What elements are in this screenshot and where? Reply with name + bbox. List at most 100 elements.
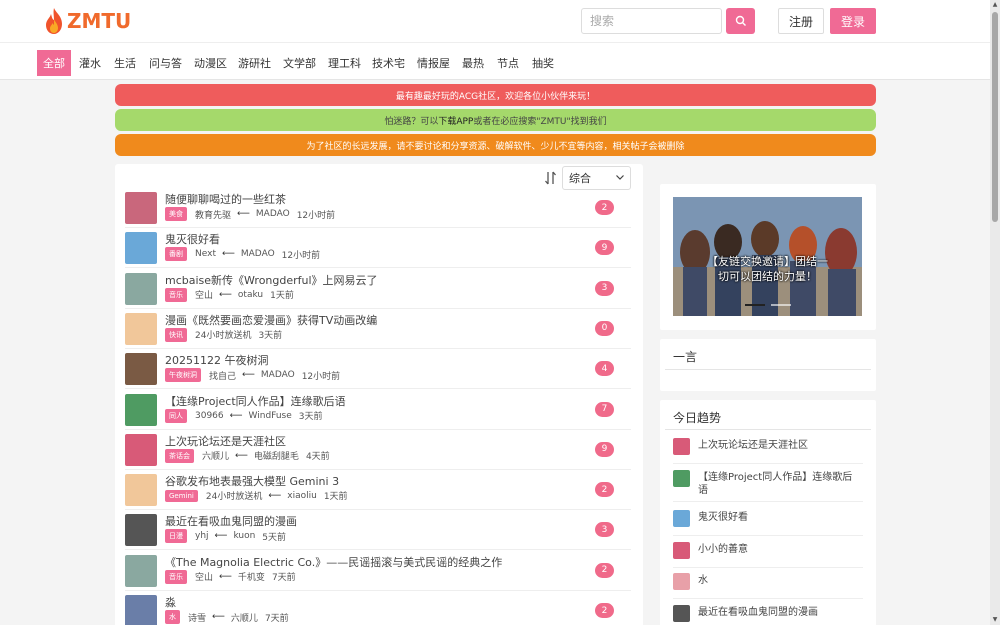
post-author[interactable]: 30966 — [195, 411, 224, 421]
login-button[interactable]: 登录 — [830, 8, 876, 34]
author-avatar[interactable] — [125, 353, 157, 386]
post-tag[interactable]: 音乐 — [165, 569, 187, 584]
post-tag[interactable]: 音乐 — [165, 287, 187, 302]
post-title[interactable]: 20251122 午夜树洞 — [165, 352, 269, 368]
post-row[interactable]: 《The Magnolia Electric Co.》——民谣摇滚与美式民谣的经… — [125, 551, 631, 591]
post-row[interactable]: 【连缘Project同人作品】连缘歌后语 同人 30966 ⟵ WindFuse 3天前 7 — [125, 390, 631, 430]
trend-title[interactable]: 最近在看吸血鬼同盟的漫画 — [698, 606, 858, 619]
last-replier[interactable]: kuon — [233, 531, 255, 541]
post-author[interactable]: 空山 — [195, 288, 213, 301]
last-replier[interactable]: MADAO — [241, 249, 275, 259]
nav-item-science[interactable]: 理工科 — [322, 50, 367, 76]
post-author[interactable]: yhj — [195, 531, 209, 541]
last-replier[interactable]: 电磁刮腿毛 — [254, 449, 299, 462]
site-logo[interactable]: ZMTU — [42, 6, 131, 36]
trend-title[interactable]: 【连缘Project同人作品】连缘歌后语 — [698, 471, 858, 497]
nav-item-tech[interactable]: 技术宅 — [366, 50, 411, 76]
post-author[interactable]: 诗雪 — [188, 611, 206, 624]
post-title[interactable]: 【连缘Project同人作品】连缘歌后语 — [165, 393, 346, 409]
post-author[interactable]: 教育先驱 — [195, 208, 231, 221]
post-title[interactable]: 漫画《既然要画恋爱漫画》获得TV动画改编 — [165, 312, 377, 328]
post-title[interactable]: 最近在看吸血鬼同盟的漫画 — [165, 513, 297, 529]
author-avatar[interactable] — [125, 192, 157, 224]
scroll-thumb[interactable] — [992, 12, 998, 222]
scroll-down-arrow-icon[interactable]: ▼ — [990, 615, 1000, 625]
post-author[interactable]: 六顺儿 — [202, 449, 229, 462]
search-button[interactable] — [726, 8, 755, 34]
post-tag[interactable]: 番剧 — [165, 247, 187, 262]
last-replier[interactable]: otaku — [238, 290, 263, 300]
post-author[interactable]: 24小时放送机 — [195, 328, 251, 341]
scroll-up-arrow-icon[interactable]: ▲ — [990, 0, 1000, 10]
trend-title[interactable]: 水 — [698, 574, 858, 587]
author-avatar[interactable] — [125, 595, 157, 625]
post-tag[interactable]: 快讯 — [165, 327, 187, 342]
author-avatar[interactable] — [125, 312, 157, 345]
post-tag[interactable]: 日漫 — [165, 529, 187, 544]
author-avatar[interactable] — [125, 433, 157, 466]
trend-title[interactable]: 鬼灭很好看 — [698, 511, 858, 524]
nav-item-anime[interactable]: 动漫区 — [188, 50, 233, 76]
last-replier[interactable]: 六顺儿 — [231, 611, 258, 624]
post-row[interactable]: 最近在看吸血鬼同盟的漫画 日漫 yhj ⟵ kuon 5天前 3 — [125, 510, 631, 551]
page-scrollbar[interactable]: ▲ ▼ — [990, 0, 1000, 625]
post-row[interactable]: 淼水诗雪 ⟵ 六顺儿 7天前 2 — [125, 591, 631, 625]
post-tag[interactable]: 美食 — [165, 207, 187, 221]
post-row[interactable]: 20251122 午夜树洞 午夜树洞 找自己 ⟵ MADAO 12小时前 4 — [125, 349, 631, 390]
post-row[interactable]: 谷歌发布地表最强大模型 Gemini 3 Gemini 24小时放送机 ⟵ xiaoli… — [125, 470, 631, 511]
trend-title[interactable]: 上次玩论坛还是天涯社区 — [698, 439, 858, 452]
author-avatar[interactable] — [125, 474, 157, 507]
nav-item-nodes[interactable]: 节点 — [491, 50, 525, 76]
last-replier[interactable]: WindFuse — [249, 411, 292, 421]
post-row[interactable]: 随便聊聊喝过的一些红茶 美食 教育先驱 ⟵ MADAO 12小时前 2 — [125, 188, 631, 228]
sort-select[interactable]: 综合 — [562, 166, 631, 190]
post-author[interactable]: Next — [195, 249, 216, 259]
post-tag[interactable]: 同人 — [165, 408, 187, 423]
post-author[interactable]: 找自己 — [209, 369, 236, 382]
post-author[interactable]: 空山 — [195, 570, 213, 583]
post-tag[interactable]: 水 — [165, 610, 180, 624]
post-title[interactable]: 鬼灭很好看 — [165, 231, 220, 247]
post-title[interactable]: 上次玩论坛还是天涯社区 — [165, 433, 286, 449]
post-tag[interactable]: 茶话会 — [165, 448, 194, 463]
post-title[interactable]: 《The Magnolia Electric Co.》——民谣摇滚与美式民谣的经… — [165, 554, 502, 570]
search-input[interactable] — [581, 8, 722, 34]
post-title[interactable]: 随便聊聊喝过的一些红茶 — [165, 191, 286, 207]
nav-item-all[interactable]: 全部 — [37, 50, 71, 76]
register-button[interactable]: 注册 — [778, 8, 824, 34]
post-title[interactable]: mcbaise新传《Wrongderful》上网易云了 — [165, 272, 378, 288]
download-app-link[interactable]: 下载APP — [438, 114, 473, 127]
sort-icon[interactable] — [544, 170, 558, 186]
nav-item-water[interactable]: 灌水 — [73, 50, 107, 76]
nav-item-life[interactable]: 生活 — [108, 50, 142, 76]
post-author[interactable]: 24小时放送机 — [206, 489, 262, 502]
nav-item-game[interactable]: 游研社 — [232, 50, 277, 76]
last-replier[interactable]: MADAO — [261, 370, 295, 380]
post-tag[interactable]: Gemini — [165, 489, 198, 502]
reply-arrow-icon: ⟵ — [229, 410, 243, 421]
post-row[interactable]: 漫画《既然要画恋爱漫画》获得TV动画改编 快讯 24小时放送机 3天前 0 — [125, 309, 631, 349]
last-replier[interactable]: xiaoliu — [287, 491, 317, 501]
post-title[interactable]: 谷歌发布地表最强大模型 Gemini 3 — [165, 473, 339, 489]
author-avatar[interactable] — [125, 514, 157, 547]
carousel-dot-active[interactable] — [745, 304, 765, 306]
banner-image[interactable]: 【友链交换邀请】团结一 切可以团结的力量！ — [673, 197, 862, 316]
last-replier[interactable]: MADAO — [256, 209, 290, 219]
author-avatar[interactable] — [125, 554, 157, 587]
last-replier[interactable]: 千机变 — [238, 570, 265, 583]
post-row[interactable]: 鬼灭很好看 番剧 Next ⟵ MADAO 12小时前 9 — [125, 228, 631, 269]
author-avatar[interactable] — [125, 393, 157, 426]
nav-item-qa[interactable]: 问与答 — [143, 50, 188, 76]
post-row[interactable]: 上次玩论坛还是天涯社区 茶话会 六顺儿 ⟵ 电磁刮腿毛 4天前 9 — [125, 430, 631, 470]
nav-item-hot[interactable]: 最热 — [456, 50, 490, 76]
nav-item-literature[interactable]: 文学部 — [277, 50, 322, 76]
post-tag[interactable]: 午夜树洞 — [165, 368, 201, 383]
nav-item-info[interactable]: 情报屋 — [411, 50, 456, 76]
nav-item-lottery[interactable]: 抽奖 — [526, 50, 560, 76]
post-title[interactable]: 淼 — [165, 594, 176, 610]
post-row[interactable]: mcbaise新传《Wrongderful》上网易云了 音乐 空山 ⟵ otaku 1天前… — [125, 269, 631, 309]
author-avatar[interactable] — [125, 272, 157, 305]
author-avatar[interactable] — [125, 232, 157, 265]
trend-title[interactable]: 小小的善意 — [698, 543, 858, 556]
carousel-dot[interactable] — [771, 304, 791, 306]
